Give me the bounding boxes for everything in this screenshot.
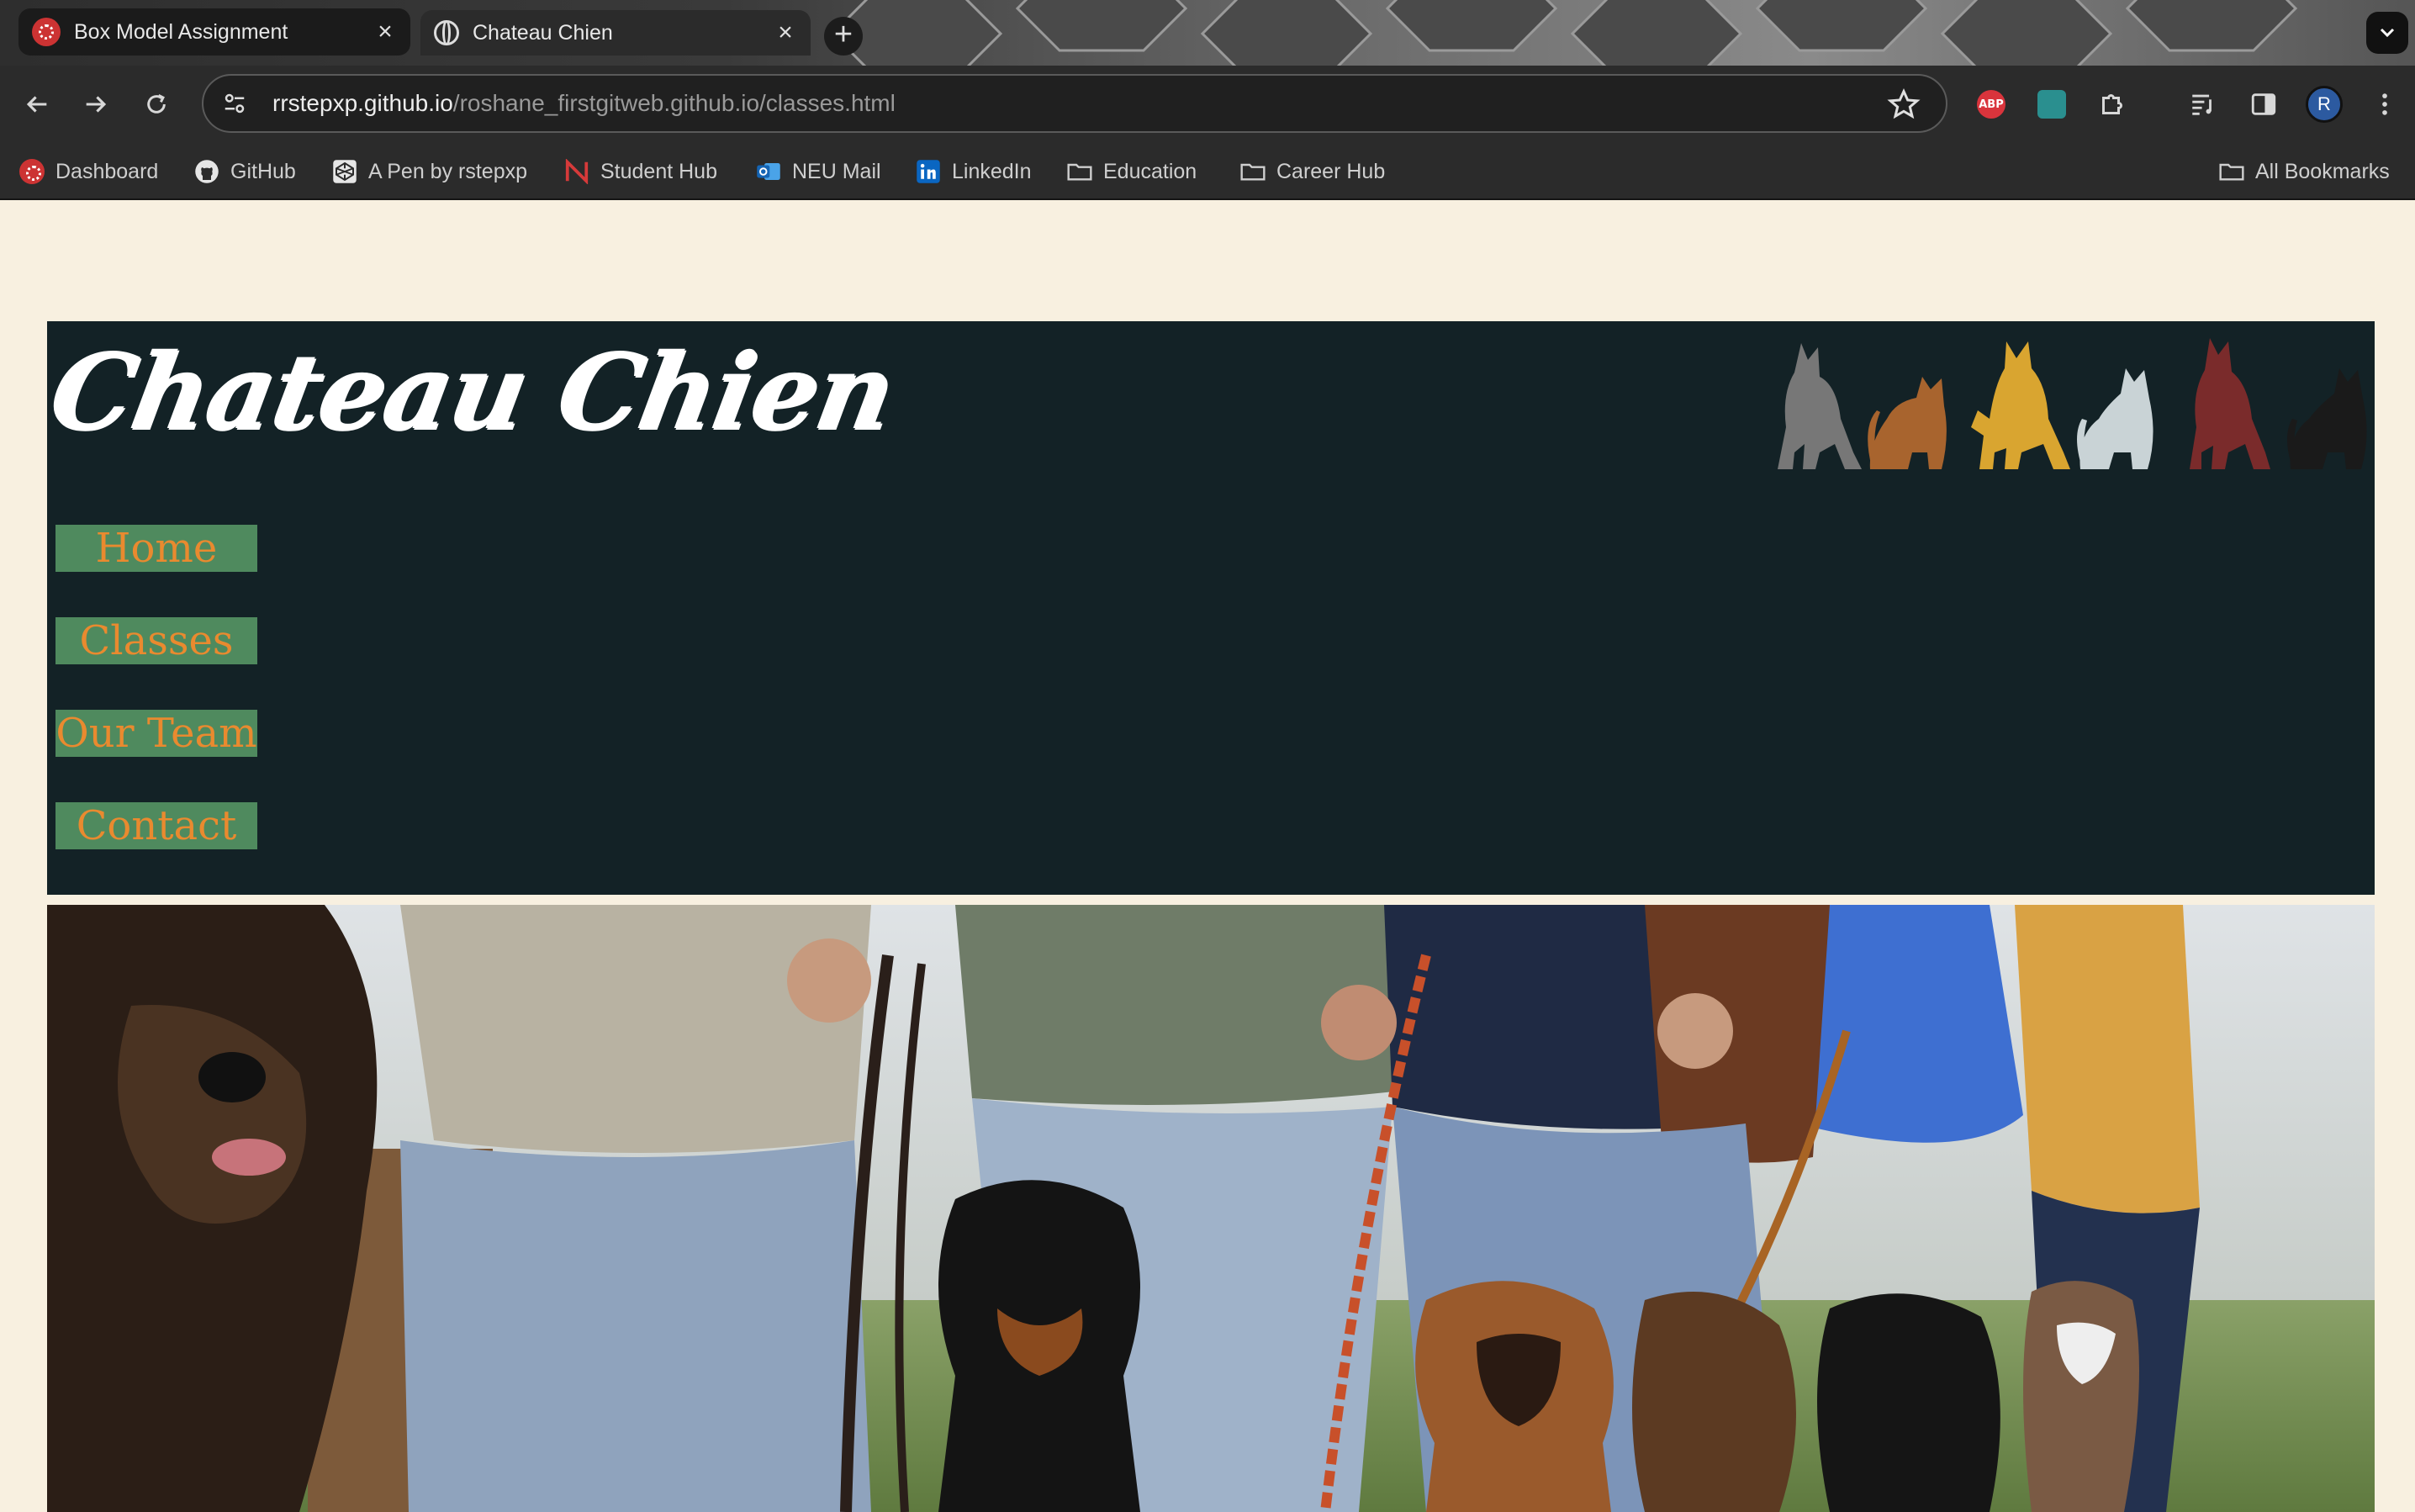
bookmark-neu-mail[interactable]: NEU Mail	[755, 153, 881, 190]
tab-title: Chateau Chien	[473, 20, 613, 45]
reload-button[interactable]	[133, 81, 180, 128]
bookmark-label: LinkedIn	[952, 159, 1032, 183]
forward-button[interactable]	[72, 81, 119, 128]
url-path: /roshane_firstgitweb.github.io/classes.h…	[452, 90, 896, 116]
bookmark-dashboard[interactable]: Dashboard	[18, 153, 158, 190]
arrow-right-icon	[86, 96, 107, 113]
nav-our-team-link[interactable]: Our Team	[55, 710, 257, 757]
tab-strip: Box Model Assignment × Chateau Chien × +	[0, 0, 2415, 66]
site-header: Chateau Chien Home Classes Our Team Cont…	[41, 321, 2375, 895]
all-bookmarks-label: All Bookmarks	[2255, 159, 2390, 183]
main-nav: Home Classes Our Team Contact	[55, 525, 257, 895]
all-bookmarks-button[interactable]: All Bookmarks	[2218, 153, 2390, 190]
browser-toolbar: rrstepxp.github.io/roshane_firstgitweb.g…	[0, 66, 2415, 143]
amazon-assistant-icon[interactable]	[2033, 86, 2070, 123]
red-dog-silhouette	[2190, 338, 2270, 469]
dashboard-icon	[32, 18, 61, 46]
bookmark-star-icon[interactable]	[1887, 87, 1921, 121]
side-panel-icon[interactable]	[2245, 86, 2282, 123]
bookmark-label: Education	[1103, 159, 1197, 183]
reload-icon	[147, 94, 166, 114]
bookmark-codepen[interactable]: A Pen by rstepxp	[331, 153, 527, 190]
profile-avatar[interactable]: R	[2306, 86, 2343, 123]
site-logo[interactable]: Chateau Chien	[41, 331, 902, 453]
address-bar[interactable]: rrstepxp.github.io/roshane_firstgitweb.g…	[202, 74, 1947, 133]
menu-kebab-icon[interactable]	[2366, 86, 2403, 123]
bookmark-linkedin[interactable]: LinkedIn	[915, 153, 1032, 190]
site-info-icon[interactable]	[214, 82, 256, 124]
bookmark-label: NEU Mail	[792, 159, 881, 183]
bookmark-folder-education[interactable]: Education	[1066, 153, 1197, 190]
dashboard-icon	[18, 158, 45, 185]
close-icon[interactable]: ×	[774, 19, 797, 46]
tab-title: Box Model Assignment	[74, 19, 288, 44]
arrow-left-icon	[26, 96, 47, 113]
folder-icon	[1066, 158, 1093, 185]
theme-background	[841, 0, 2298, 66]
nav-classes-link[interactable]: Classes	[55, 617, 257, 664]
brown-cat-silhouette	[1868, 377, 1947, 469]
github-icon	[193, 158, 220, 185]
codepen-icon	[331, 158, 358, 185]
yellow-dog-silhouette	[1971, 341, 2070, 469]
close-icon[interactable]: ×	[373, 18, 397, 45]
tab-search-button[interactable]	[2366, 12, 2408, 54]
bookmark-label: GitHub	[230, 159, 296, 183]
tab-box-model-assignment[interactable]: Box Model Assignment ×	[18, 8, 410, 56]
northeastern-icon	[563, 158, 590, 185]
folder-icon	[1239, 158, 1266, 185]
back-button[interactable]	[13, 81, 61, 128]
new-tab-button[interactable]: +	[824, 17, 863, 56]
bookmarks-bar: Dashboard GitHub A Pen by rstepxp Studen…	[0, 143, 2415, 200]
tab-chateau-chien[interactable]: Chateau Chien ×	[420, 10, 811, 56]
bookmark-label: Student Hub	[600, 159, 717, 183]
chevron-down-icon	[2380, 28, 2395, 38]
light-cat-silhouette	[2077, 368, 2153, 469]
grey-dog-silhouette	[1778, 343, 1862, 469]
extensions-puzzle-icon[interactable]	[2094, 86, 2131, 123]
url-text: rrstepxp.github.io/roshane_firstgitweb.g…	[272, 90, 896, 117]
people-with-dogs-photo	[47, 905, 2375, 1512]
nav-home-link[interactable]: Home	[55, 525, 257, 572]
bookmark-folder-career-hub[interactable]: Career Hub	[1239, 153, 1385, 190]
pets-silhouette-banner	[1778, 338, 2367, 469]
globe-icon	[434, 20, 459, 45]
url-host: rrstepxp.github.io	[272, 90, 453, 116]
bookmark-label: Career Hub	[1276, 159, 1386, 183]
bookmark-label: Dashboard	[55, 159, 159, 183]
hero-image	[47, 905, 2375, 1512]
folder-icon	[2218, 158, 2245, 185]
bookmark-student-hub[interactable]: Student Hub	[563, 153, 717, 190]
black-cat-silhouette	[2287, 368, 2367, 469]
bookmark-github[interactable]: GitHub	[193, 153, 296, 190]
adblock-plus-icon[interactable]: ABP	[1973, 86, 2010, 123]
media-control-icon[interactable]	[2185, 86, 2222, 123]
page-viewport: Chateau Chien Home Classes Our Team Cont…	[0, 200, 2415, 1512]
bookmark-label: A Pen by rstepxp	[368, 159, 528, 183]
nav-contact-link[interactable]: Contact	[55, 802, 257, 849]
linkedin-icon	[915, 158, 942, 185]
adblock-label: ABP	[1977, 90, 2005, 119]
outlook-icon	[755, 158, 782, 185]
